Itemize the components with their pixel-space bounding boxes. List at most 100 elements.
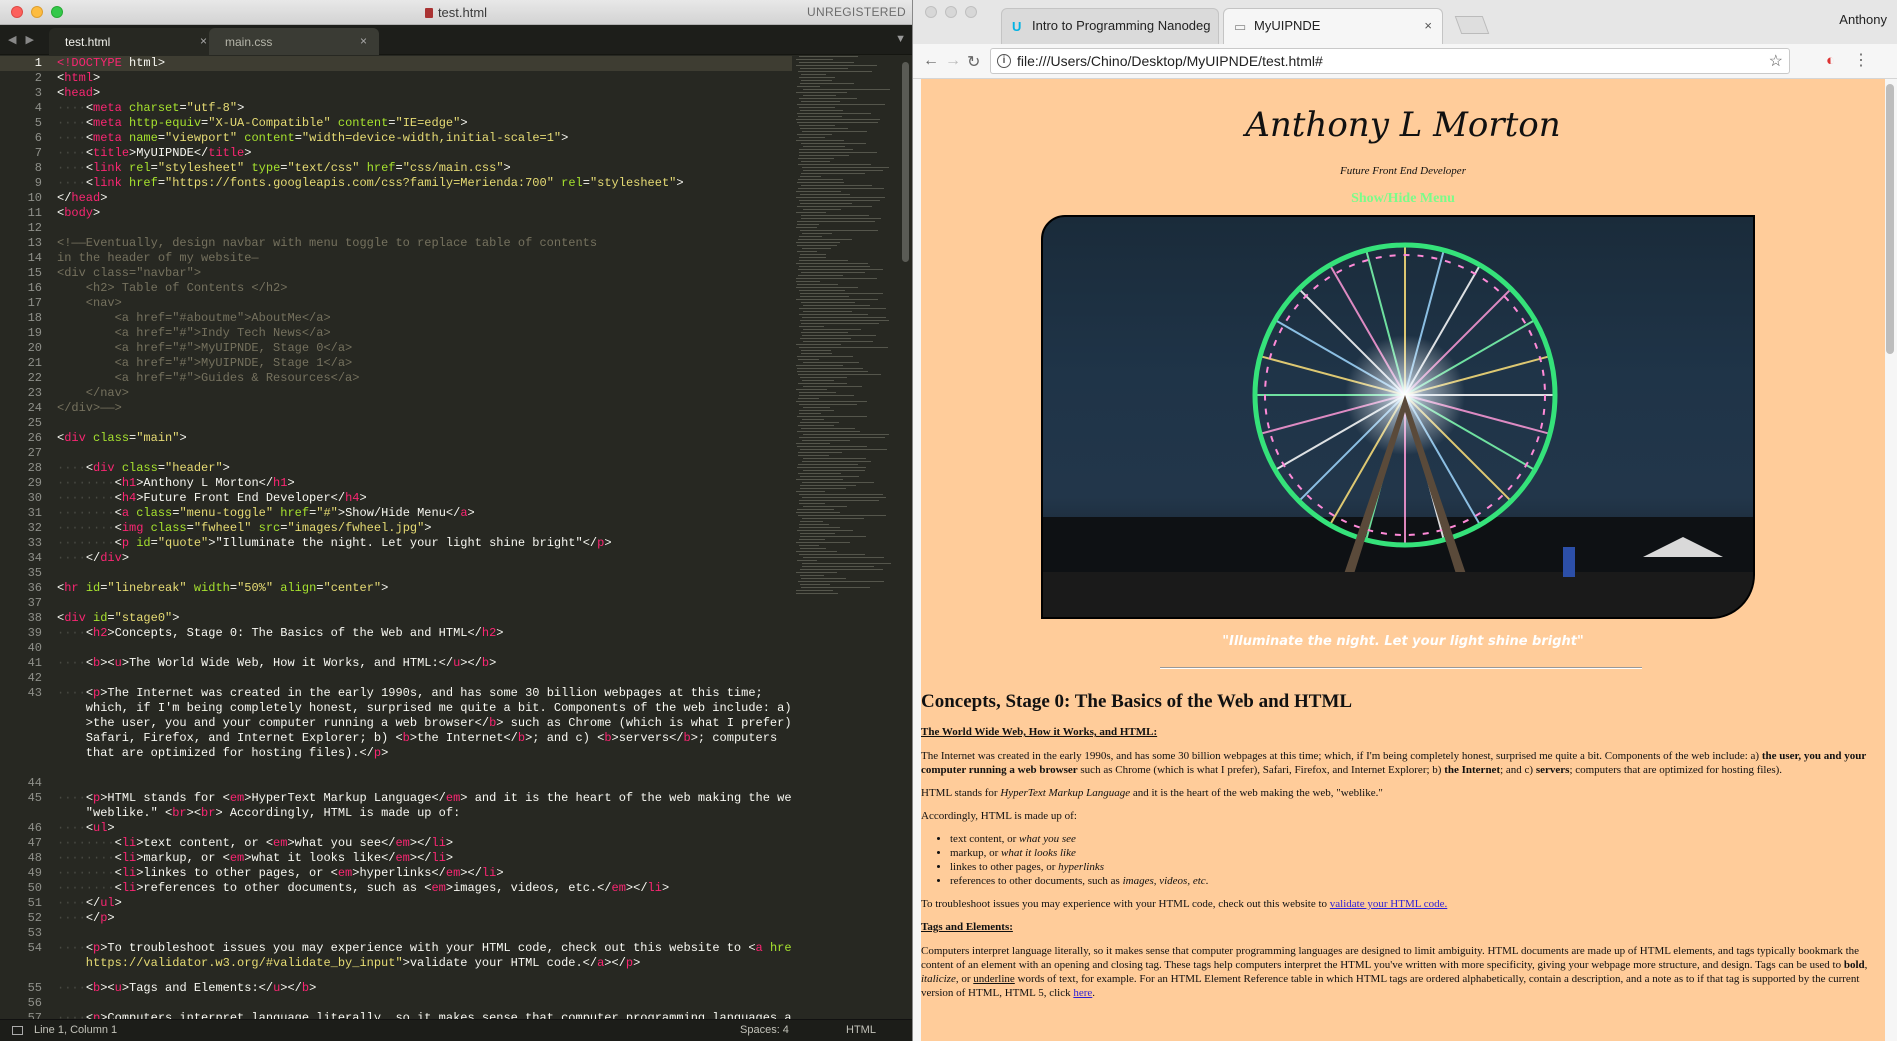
menu-toggle-link[interactable]: Show/Hide Menu	[921, 191, 1885, 207]
code-line: ····</p>	[57, 911, 115, 925]
tab-udacity[interactable]: U Intro to Programming Nanodeg	[1001, 8, 1219, 44]
linebreak-rule	[1160, 667, 1642, 669]
minimap-line	[800, 536, 866, 537]
tab-back-icon[interactable]: ◀	[8, 34, 16, 46]
minimap-line	[797, 134, 832, 135]
minimap-line	[802, 248, 831, 249]
minimap-line	[800, 176, 821, 177]
page-scrollbar[interactable]	[1886, 84, 1894, 354]
code-editor-window: test.html UNREGISTERED ◀ ▶ test.html × m…	[0, 0, 912, 1041]
page-icon: ▭	[1234, 19, 1247, 34]
code-line: <h2> Table of Contents </h2>	[57, 281, 288, 295]
code-area[interactable]: <!DOCTYPE html> <html> <head> ····<meta …	[57, 56, 792, 1019]
new-tab-button[interactable]	[1454, 16, 1490, 34]
page-viewport[interactable]: Anthony L Morton Future Front End Develo…	[921, 79, 1885, 1041]
minimap-line	[796, 212, 826, 213]
indentation-setting[interactable]: Spaces: 4	[740, 1024, 789, 1036]
validate-link[interactable]: validate your HTML code.	[1330, 898, 1448, 910]
minimap-line	[796, 299, 878, 300]
back-arrow-icon[interactable]: ←	[923, 52, 939, 70]
address-bar[interactable]: i file:///Users/Chino/Desktop/MyUIPNDE/t…	[990, 48, 1790, 74]
maximize-window-button[interactable]	[965, 6, 977, 18]
minimize-window-button[interactable]	[945, 6, 957, 18]
tab-list-menu-icon[interactable]: ▼	[895, 33, 906, 45]
minimap-line	[799, 152, 877, 153]
code-line: which, if I'm being completely honest, s…	[57, 701, 792, 715]
line-number: 7	[34, 146, 42, 160]
minimap-line	[802, 563, 891, 564]
bookmark-star-icon[interactable]: ☆	[1769, 51, 1783, 71]
line-number: 16	[27, 281, 42, 295]
minimap-line	[798, 359, 819, 360]
line-number: 24	[27, 401, 42, 415]
line-number: 50	[27, 881, 42, 895]
line-number: 29	[27, 476, 42, 490]
code-line: ····<ul>	[57, 821, 115, 835]
minimap-line	[803, 386, 862, 387]
close-tab-icon[interactable]: ×	[360, 34, 367, 48]
code-line: ····<link rel="stylesheet" type="text/cs…	[57, 161, 511, 175]
tab-test-html[interactable]: test.html ×	[49, 28, 219, 55]
code-line: <head>	[57, 86, 101, 100]
minimap-line	[797, 86, 820, 87]
menu-dots-icon[interactable]: ⋮	[1853, 50, 1869, 70]
line-number: 41	[27, 656, 42, 670]
minimap-line	[798, 164, 871, 165]
line-number: 36	[27, 581, 42, 595]
minimap-line	[799, 545, 819, 546]
minimap-line	[798, 464, 858, 465]
code-line: </div>——>	[57, 401, 122, 415]
minimap-line	[801, 272, 865, 273]
profile-name[interactable]: Anthony	[1839, 12, 1887, 27]
line-number: 13	[27, 236, 42, 250]
editor-scrollbar[interactable]	[902, 62, 909, 262]
minimap-line	[796, 479, 843, 480]
minimap-line	[801, 185, 872, 186]
minimap-line	[796, 491, 825, 492]
syntax-setting[interactable]: HTML	[846, 1024, 876, 1036]
tab-myuipnde[interactable]: ▭ MyUIPNDE ×	[1223, 8, 1443, 44]
editor-body[interactable]: 1 2 3 4 5 6 7 8 9 10 11 12 13 14 15 16 17 18 19 20 21 22 23 24 2…	[0, 56, 912, 1040]
minimap-line	[799, 137, 825, 138]
tab-forward-icon[interactable]: ▶	[26, 34, 34, 46]
minimap-line	[803, 470, 865, 471]
minimap-line	[797, 245, 837, 246]
code-line: Safari, Firefox, and Internet Explorer; …	[57, 731, 778, 745]
forward-arrow-icon[interactable]: →	[945, 52, 961, 70]
minimap-line	[800, 575, 824, 576]
close-tab-icon[interactable]: ×	[200, 34, 207, 48]
code-line: ····<p>Computers interpret language lite…	[57, 1011, 792, 1019]
cursor-position: Line 1, Column 1	[34, 1024, 118, 1036]
minimap-line	[796, 263, 868, 264]
minimap[interactable]	[794, 56, 894, 656]
minimap-line	[796, 389, 827, 390]
minimap-line	[796, 287, 858, 288]
minimap-line	[796, 191, 841, 192]
minimap-line	[797, 530, 853, 531]
tab-main-css[interactable]: main.css ×	[209, 28, 379, 55]
line-number: 56	[27, 996, 42, 1010]
minimap-line	[800, 449, 887, 450]
minimap-line	[796, 65, 877, 66]
element-reference-link[interactable]: here	[1073, 987, 1092, 999]
code-line: ····<p>The Internet was created in the e…	[57, 686, 763, 700]
info-icon[interactable]: i	[997, 54, 1011, 68]
line-number: 27	[27, 446, 42, 460]
code-line: ····<link href="https://fonts.googleapis…	[57, 176, 684, 190]
line-number: 44	[27, 776, 42, 790]
minimap-line	[796, 401, 867, 402]
minimap-line	[799, 413, 821, 414]
page-heading: Anthony L Morton	[1245, 105, 1561, 145]
line-number: 23	[27, 386, 42, 400]
close-tab-icon[interactable]: ×	[1424, 18, 1432, 33]
line-number: 37	[27, 596, 42, 610]
reload-icon[interactable]: ↻	[967, 52, 980, 72]
line-number: 28	[27, 461, 42, 475]
close-window-button[interactable]	[925, 6, 937, 18]
ferris-wheel-illustration	[1043, 242, 1753, 617]
panel-toggle-icon[interactable]	[12, 1026, 23, 1035]
html-components-list: text content, or what you see markup, or…	[950, 832, 1876, 888]
extension-icon[interactable]: ◐	[1826, 52, 1835, 69]
code-line: <div class="main">	[57, 431, 187, 445]
code-line: <!DOCTYPE html>	[57, 56, 166, 70]
